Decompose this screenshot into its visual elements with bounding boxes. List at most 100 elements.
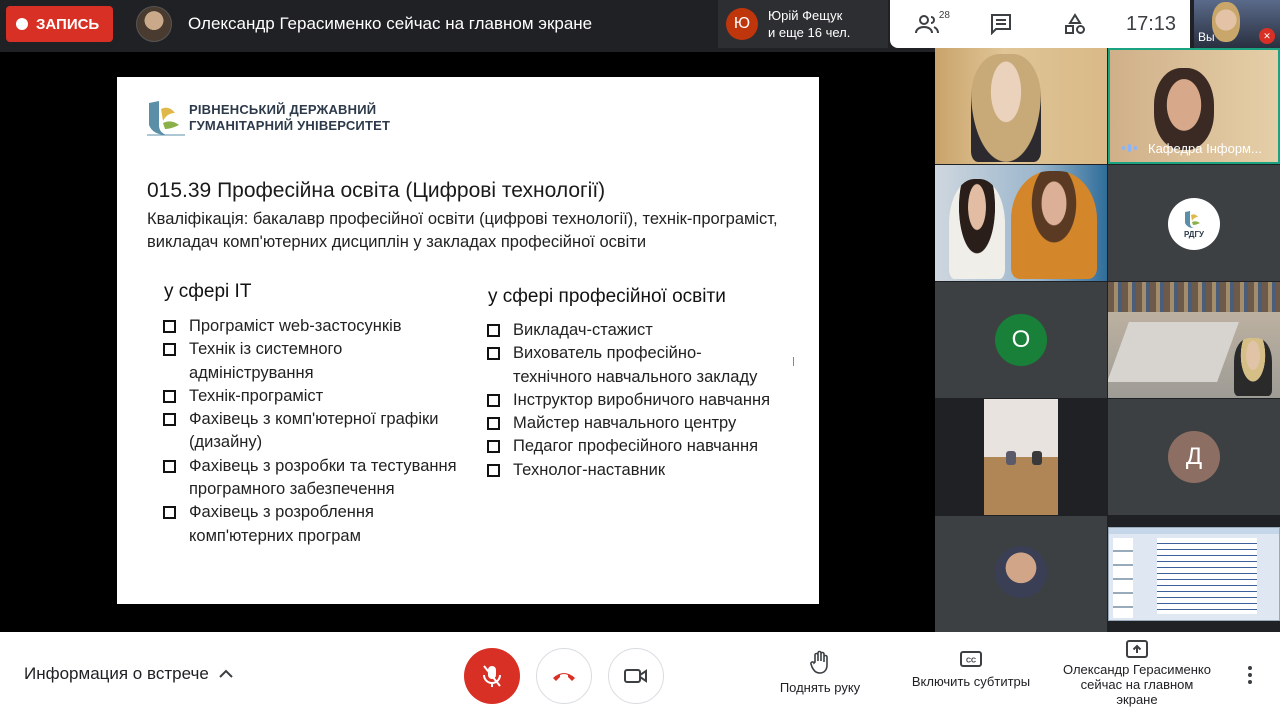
career-item: Фахівець з розробки та тестування програ… — [161, 455, 461, 502]
chat-icon — [991, 14, 1011, 35]
leave-call-button[interactable] — [536, 648, 592, 704]
career-item: Технолог-наставник — [485, 459, 775, 482]
participant-tile[interactable] — [984, 399, 1058, 515]
career-item-label: Фахівець з комп'ютерної графіки (дизайну… — [189, 410, 439, 452]
presenter-avatar — [136, 6, 172, 42]
participant-video — [971, 54, 1041, 162]
more-options-icon[interactable] — [1244, 666, 1256, 687]
participant-tile[interactable] — [935, 48, 1107, 164]
career-item: Вихователь професійно-технічного навчаль… — [485, 342, 775, 389]
participant-grid: Кафедра Інформ... РДГУ О Д — [935, 48, 1280, 632]
presentation-stage: РІВНЕНСЬКИЙ ДЕРЖАВНИЙ ГУМАНІТАРНИЙ УНІВЕ… — [0, 52, 935, 632]
checkbox-icon — [163, 506, 176, 520]
participant-tile[interactable] — [935, 165, 1107, 281]
mic-toggle-button[interactable] — [464, 648, 520, 704]
career-item: Педагог професійного навчання — [485, 435, 775, 458]
university-logo-icon — [1185, 210, 1200, 228]
participant-tile[interactable] — [1108, 282, 1280, 398]
participant-video — [1154, 68, 1214, 150]
checkbox-icon — [163, 389, 176, 403]
bookshelf — [1108, 282, 1280, 312]
checkbox-icon — [487, 393, 500, 407]
participant-tile[interactable]: РДГУ — [1108, 165, 1280, 281]
camera-toggle-button[interactable] — [608, 648, 664, 704]
rdgu-avatar: РДГУ — [1168, 198, 1220, 250]
recording-indicator[interactable]: ЗАПИСЬ — [6, 6, 113, 42]
participant-tile-active[interactable]: Кафедра Інформ... — [1108, 48, 1280, 164]
career-item-label: Фахівець з розроблення комп'ютерних прог… — [189, 503, 374, 545]
checkbox-icon — [163, 459, 176, 473]
career-item: Фахівець з розроблення комп'ютерних прог… — [161, 501, 461, 548]
career-item-label: Педагог професійного навчання — [513, 437, 759, 456]
self-view-tile[interactable]: Вы ✕ — [1194, 0, 1280, 48]
table — [1108, 322, 1239, 382]
education-careers-list: Викладач-стажист Вихователь професійно-те… — [485, 319, 775, 482]
university-logo-icon — [147, 101, 185, 136]
activities-button[interactable] — [1038, 0, 1112, 48]
career-item: Викладач-стажист — [485, 319, 775, 342]
present-screen-icon — [1126, 640, 1148, 658]
participant-name: Кафедра Інформ... — [1148, 141, 1262, 156]
participant-tile[interactable]: О — [935, 282, 1107, 398]
top-right-toolbar: 28 17:13 — [890, 0, 1190, 48]
meeting-info-button[interactable]: Информация о встрече — [24, 664, 233, 684]
left-column-heading: у сфері IT — [164, 281, 252, 302]
hand-icon — [810, 650, 828, 674]
speaker-more: и еще 16 чел. — [768, 25, 851, 40]
closed-captions-icon: CC — [960, 651, 982, 667]
participant-video — [1011, 171, 1097, 279]
career-item-label: Вихователь професійно-технічного навчаль… — [513, 344, 758, 386]
mic-off-icon — [483, 665, 501, 687]
slide-title: 015.39 Професійна освіта (Цифрові технол… — [147, 179, 606, 202]
career-item-label: Інструктор виробничого навчання — [513, 390, 771, 409]
participant-tile[interactable]: Д — [1108, 399, 1280, 515]
participant-avatar-photo — [995, 546, 1047, 598]
participant-tile-screen[interactable] — [1108, 527, 1280, 621]
presenting-line-1: Олександр Герасименко — [1063, 662, 1211, 677]
captions-button[interactable]: CC Включить субтитры — [904, 650, 1038, 689]
career-item: Майстер навчального центру — [485, 412, 775, 435]
presenting-line-3: экране — [1116, 692, 1158, 707]
presenting-line-2: сейчас на главном — [1080, 677, 1194, 692]
qualification-text: Кваліфікація: бакалавр професійної освіт… — [147, 210, 778, 251]
career-item: Програміст web-застосунків — [161, 315, 461, 338]
checkbox-icon — [163, 343, 176, 357]
clock: 17:13 — [1125, 12, 1177, 35]
screen-ribbon — [1109, 528, 1279, 534]
career-item: Технік-програміст — [161, 385, 461, 408]
svg-text:CC: CC — [966, 658, 976, 665]
screen-thumbnails — [1113, 538, 1133, 618]
university-line-2: ГУМАНІТАРНИЙ УНІВЕРСИТЕТ — [189, 118, 391, 133]
checkbox-icon — [163, 413, 176, 427]
presenter-status: Олександр Герасименко сейчас на главном … — [188, 14, 593, 33]
university-name: РІВНЕНСЬКИЙ ДЕРЖАВНИЙ ГУМАНІТАРНИЙ УНІВЕ… — [189, 102, 390, 134]
checkbox-icon — [487, 417, 500, 431]
it-careers-list: Програміст web-застосунків Технік із сист… — [161, 315, 461, 548]
right-column-heading: у сфері професійної освіти — [488, 286, 726, 307]
participant-tile[interactable] — [935, 516, 1107, 632]
active-speakers[interactable]: Ю Юрій Фещук и еще 16 чел. — [718, 0, 888, 48]
raise-hand-button[interactable]: Поднять руку — [776, 650, 864, 695]
shapes-icon — [1065, 13, 1085, 34]
speaker-avatar: Ю — [726, 8, 758, 40]
checkbox-icon — [163, 320, 176, 333]
career-item-label: Технік із системного адміністрування — [189, 340, 343, 382]
mic-off-icon: ✕ — [1259, 28, 1275, 44]
wall-object — [1032, 451, 1042, 465]
participants-button[interactable]: 28 — [890, 0, 964, 48]
speaker-name: Юрій Фещук — [768, 8, 843, 23]
rdgu-text: РДГУ — [1183, 229, 1205, 239]
participant-video — [1234, 338, 1272, 396]
mouse-cursor — [793, 357, 799, 366]
career-item-label: Технік-програміст — [189, 386, 324, 405]
hang-up-icon — [553, 673, 575, 681]
presenting-button[interactable]: Олександр Герасименко сейчас на главном … — [1056, 640, 1218, 707]
checkbox-icon — [487, 324, 500, 337]
screen-document — [1157, 538, 1257, 614]
raise-hand-label: Поднять руку — [779, 680, 861, 695]
career-item-label: Технолог-наставник — [513, 460, 666, 479]
chat-button[interactable] — [964, 0, 1038, 48]
career-item-label: Фахівець з розробки та тестування програ… — [189, 456, 457, 499]
checkbox-icon — [487, 463, 500, 477]
presentation-slide: РІВНЕНСЬКИЙ ДЕРЖАВНИЙ ГУМАНІТАРНИЙ УНІВЕ… — [117, 77, 819, 604]
